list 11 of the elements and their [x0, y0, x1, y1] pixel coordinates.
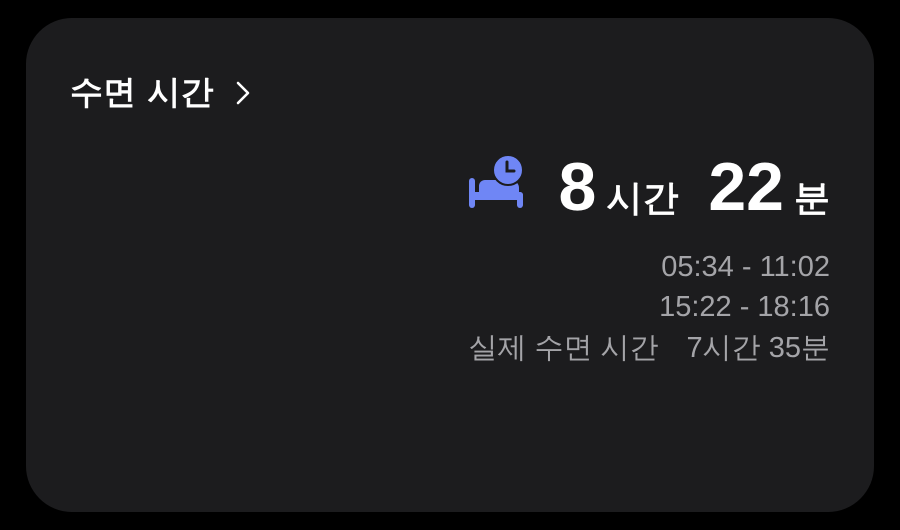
actual-sleep-value: 7시간 35분	[686, 330, 830, 366]
sleep-period: 05:34 - 11:02	[661, 250, 830, 285]
sleep-period: 15:22 - 18:16	[659, 290, 830, 326]
actual-sleep-label: 실제 수면 시간	[468, 330, 659, 366]
card-title: 수면 시간	[70, 71, 214, 113]
hours-value: 8	[558, 153, 596, 221]
minutes-value: 22	[708, 153, 784, 221]
chevron-right-icon[interactable]	[236, 80, 250, 104]
hours-unit: 시간	[606, 177, 678, 221]
sleep-card[interactable]: 수면 시간 8 시간 22 분 05:34 - 11:02 15:22 - 18:16 실제 수면 시간 7시간 35분	[26, 18, 874, 512]
minutes-unit: 분	[794, 177, 830, 221]
